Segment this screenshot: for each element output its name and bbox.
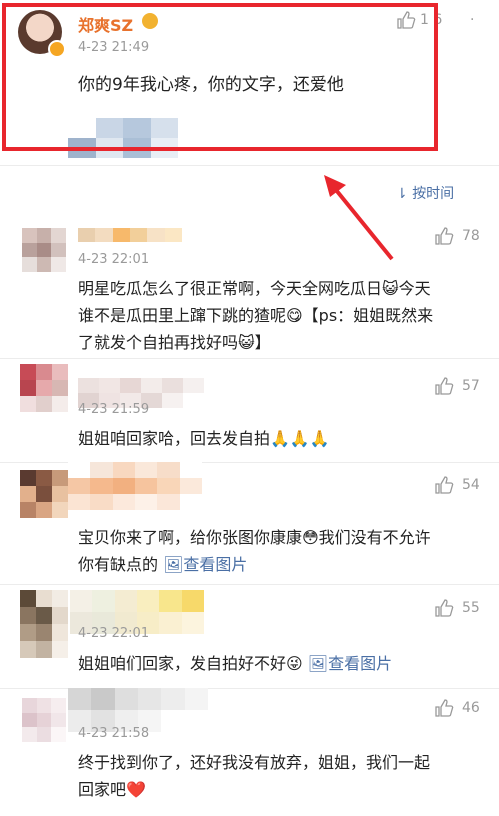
comment-text: 宝贝你来了啊，给你张图你康康😳我们没有不允许 你有缺点的 🖼查看图片 bbox=[78, 524, 488, 578]
comment-like-button[interactable] bbox=[434, 598, 454, 622]
comment-text: 终于找到你了，还好我没有放弃，姐姐，我们一起 回家吧❤️ bbox=[78, 749, 488, 803]
post-more-button[interactable]: · bbox=[470, 12, 474, 28]
comment-line: 谁不是瓜田里上蹿下跳的猹呢😋【ps：姐姐既然来 bbox=[78, 306, 434, 325]
comment-like-count: 46 bbox=[462, 700, 480, 716]
view-image-label: 查看图片 bbox=[328, 654, 393, 673]
thumb-up-icon bbox=[435, 599, 454, 617]
sort-button[interactable]: ⇂ 按时间 bbox=[396, 183, 454, 203]
comment-avatar[interactable] bbox=[20, 470, 68, 518]
comment-username-blurred[interactable] bbox=[78, 228, 182, 242]
comment-like-button[interactable] bbox=[434, 475, 454, 499]
comment-line-with-link: 姐姐咱们回家，发自拍好不好😜 🖼查看图片 bbox=[78, 650, 488, 677]
thumb-up-icon bbox=[435, 476, 454, 494]
comment-like-button[interactable] bbox=[434, 376, 454, 400]
comment-avatar[interactable] bbox=[20, 364, 68, 412]
thumb-up-icon bbox=[435, 377, 454, 395]
comment-like-count: 54 bbox=[462, 477, 480, 493]
comment-time: 4-23 21:59 bbox=[78, 402, 150, 417]
comment-line: 回家吧❤️ bbox=[78, 780, 146, 799]
view-image-label: 查看图片 bbox=[183, 555, 248, 574]
image-icon: 🖼 bbox=[307, 654, 329, 673]
comment-line: 终于找到你了，还好我没有放弃，姐姐，我们一起 bbox=[78, 753, 431, 772]
comment-avatar[interactable] bbox=[22, 698, 66, 742]
comment-like-count: 55 bbox=[462, 600, 480, 616]
view-image-link[interactable]: 🖼查看图片 bbox=[308, 654, 392, 673]
comment-time: 4-23 21:58 bbox=[78, 726, 150, 741]
comment-text: 姐姐咱回家哈，回去发自拍🙏🙏🙏 bbox=[78, 425, 488, 452]
comment-line: 了就发个自拍再找好吗😺】 bbox=[78, 333, 271, 352]
comment-time: 4-23 22:01 bbox=[78, 252, 150, 267]
comment-line: 明星吃瓜怎么了很正常啊，今天全网吃瓜日😺今天 bbox=[78, 279, 431, 298]
view-image-link[interactable]: 🖼查看图片 bbox=[163, 555, 247, 574]
comment-line: 姐姐咱们回家，发自拍好不好😜 bbox=[78, 654, 303, 673]
comment-avatar[interactable] bbox=[20, 590, 68, 658]
comment-text: 明星吃瓜怎么了很正常啊，今天全网吃瓜日😺今天 谁不是瓜田里上蹿下跳的猹呢😋【ps… bbox=[78, 275, 488, 356]
comment-like-button[interactable] bbox=[434, 226, 454, 250]
sort-icon: ⇂ bbox=[396, 186, 408, 202]
thumb-up-icon bbox=[435, 699, 454, 717]
sort-label: 按时间 bbox=[412, 186, 455, 202]
highlight-box bbox=[2, 3, 438, 151]
comment-line: 宝贝你来了啊，给你张图你康康😳我们没有不允许 bbox=[78, 528, 431, 547]
thumb-up-icon bbox=[435, 227, 454, 245]
red-arrow bbox=[320, 175, 400, 269]
comment-text: 姐姐咱们回家，发自拍好不好😜 🖼查看图片 bbox=[78, 650, 488, 677]
comment-line: 你有缺点的 bbox=[78, 555, 159, 574]
comment-avatar[interactable] bbox=[22, 228, 66, 272]
comment-username-blurred[interactable] bbox=[68, 462, 202, 510]
comment-like-count: 78 bbox=[462, 228, 480, 244]
comment-line: 姐姐咱回家哈，回去发自拍🙏🙏🙏 bbox=[78, 429, 330, 448]
image-icon: 🖼 bbox=[163, 555, 184, 574]
comment-line-with-link: 你有缺点的 🖼查看图片 bbox=[78, 551, 488, 578]
comment-like-button[interactable] bbox=[434, 698, 454, 722]
comment-time: 4-23 22:01 bbox=[78, 626, 150, 641]
comment-like-count: 57 bbox=[462, 378, 480, 394]
